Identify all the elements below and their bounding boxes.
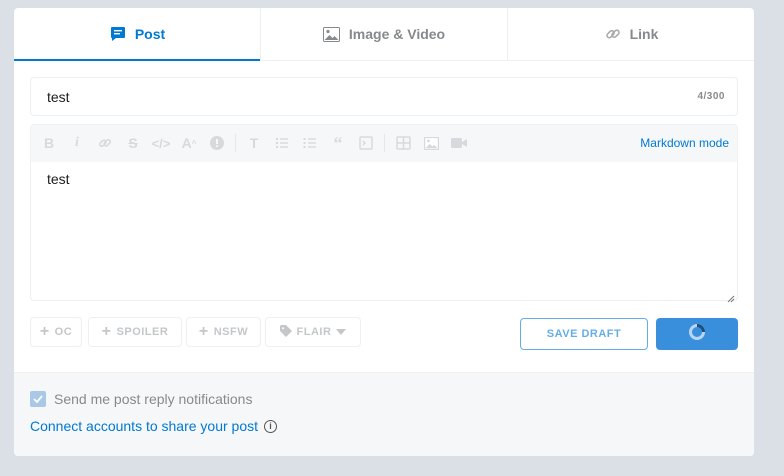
- oc-tag-button[interactable]: + OC: [30, 317, 82, 347]
- save-draft-button[interactable]: SAVE DRAFT: [520, 318, 648, 350]
- tab-link[interactable]: Link: [508, 8, 754, 60]
- spoiler-tag-label: SPOILER: [116, 326, 169, 338]
- bold-icon[interactable]: B: [39, 133, 59, 153]
- code-block-icon[interactable]: [356, 133, 376, 153]
- flair-label: FLAIR: [296, 326, 332, 338]
- tab-post-label: Post: [134, 26, 166, 42]
- spoiler-tag-button[interactable]: + SPOILER: [88, 317, 182, 347]
- caret-down-icon: [336, 326, 347, 338]
- flair-button[interactable]: FLAIR: [265, 317, 361, 347]
- italic-icon[interactable]: i: [67, 133, 87, 153]
- post-body-text[interactable]: test: [31, 162, 737, 196]
- code-icon[interactable]: </>: [151, 133, 171, 153]
- image-icon: [323, 25, 341, 43]
- link-icon[interactable]: [95, 133, 115, 153]
- nsfw-tag-label: NSFW: [213, 326, 249, 338]
- post-footer: Send me post reply notifications Connect…: [14, 372, 754, 456]
- toolbar-divider: [384, 134, 385, 152]
- checkbox-checked-icon[interactable]: [30, 391, 46, 407]
- toolbar-divider: [235, 134, 236, 152]
- heading-icon[interactable]: T: [244, 133, 264, 153]
- superscript-icon[interactable]: A ^: [179, 133, 199, 153]
- markdown-mode-toggle[interactable]: Markdown mode: [640, 136, 729, 150]
- plus-icon: +: [198, 323, 209, 340]
- strikethrough-icon[interactable]: S: [123, 133, 143, 153]
- tab-post[interactable]: Post: [14, 8, 261, 61]
- spoiler-icon[interactable]: [207, 133, 227, 153]
- nsfw-tag-button[interactable]: + NSFW: [186, 317, 261, 347]
- notify-label: Send me post reply notifications: [54, 391, 253, 407]
- post-type-tabs: Post Image & Video Link: [14, 8, 754, 61]
- rich-text-editor: B i S </> A ^ T “ Markdown mode test: [30, 124, 738, 303]
- create-post-card: Post Image & Video Link test 4/300 B i S…: [14, 8, 754, 456]
- plus-icon: +: [101, 323, 112, 340]
- connect-accounts-label: Connect accounts to share your post: [30, 418, 259, 434]
- numbered-list-icon[interactable]: [300, 133, 320, 153]
- post-icon: [109, 25, 127, 43]
- notify-checkbox-row[interactable]: Send me post reply notifications: [30, 391, 252, 407]
- tab-image-video-label: Image & Video: [348, 26, 446, 42]
- title-input[interactable]: test 4/300: [30, 77, 738, 116]
- plus-icon: +: [39, 323, 50, 340]
- post-options-row: + OC + SPOILER + NSFW FLAIR SAVE DRAFT: [30, 317, 738, 350]
- editor-toolbar: B i S </> A ^ T “ Markdown mode: [31, 125, 737, 162]
- tag-icon: [279, 324, 292, 340]
- title-char-counter: 4/300: [697, 91, 725, 102]
- oc-tag-label: OC: [54, 326, 73, 338]
- connect-accounts-link[interactable]: Connect accounts to share your post i: [30, 418, 278, 434]
- tab-image-video[interactable]: Image & Video: [261, 8, 508, 60]
- image-icon[interactable]: [421, 133, 441, 153]
- post-submit-button[interactable]: [656, 318, 738, 350]
- resize-handle-icon[interactable]: [727, 290, 735, 303]
- quote-icon[interactable]: “: [328, 133, 348, 153]
- table-icon[interactable]: [393, 133, 413, 153]
- loading-spinner-icon: [688, 323, 706, 346]
- link-icon: [604, 25, 622, 43]
- tab-link-label: Link: [629, 26, 659, 42]
- video-icon[interactable]: [449, 133, 469, 153]
- title-input-value: test: [47, 88, 70, 105]
- info-icon[interactable]: i: [264, 419, 278, 433]
- bulleted-list-icon[interactable]: [272, 133, 292, 153]
